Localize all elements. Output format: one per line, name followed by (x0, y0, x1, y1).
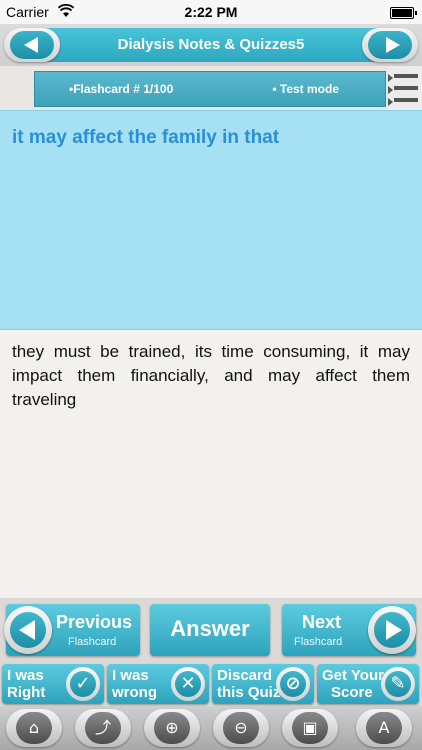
zoom-out-icon: ⊖ (223, 712, 259, 744)
zoom-in-button[interactable]: ⊕ (144, 709, 200, 747)
next-label: Next (302, 612, 342, 632)
share-icon: ⤴ (85, 712, 121, 744)
mode-label: • Test mode (272, 82, 339, 96)
home-button[interactable]: ⌂ (6, 709, 62, 747)
share-button[interactable]: ⤴ (75, 709, 131, 747)
discard-quiz-button[interactable]: Discard this Quiz ⊘ (212, 664, 314, 704)
navigation-row: Previous Flashcard Answer Next Flashcard (0, 598, 422, 662)
info-bar: •Flashcard # 1/100 • Test mode (34, 71, 386, 107)
i-was-wrong-button[interactable]: I was wrong ✕ (107, 664, 209, 704)
score-line1: Get Your (322, 667, 384, 684)
discard-icon: ⊘ (276, 667, 310, 701)
bottom-toolbar: ⌂ ⤴ ⊕ ⊖ ▣ A (0, 706, 422, 750)
flashcard-info-strip: •Flashcard # 1/100 • Test mode (0, 66, 422, 110)
font-button[interactable]: A (356, 709, 412, 747)
image-button[interactable]: ▣ (282, 709, 338, 747)
home-icon: ⌂ (16, 712, 52, 744)
next-arrow-icon (368, 606, 416, 654)
back-arrow-icon (10, 31, 54, 59)
image-icon: ▣ (292, 712, 328, 744)
forward-arrow-icon (368, 31, 412, 59)
score-sheet-icon: ✎ (381, 667, 415, 701)
previous-label: Previous (56, 612, 133, 632)
question-panel: it may affect the family in that (0, 110, 422, 330)
right-line2: Right (7, 684, 46, 701)
header: Dialysis Notes & Quizzes5 (0, 24, 422, 66)
action-row: I was Right ✓ I was wrong ✕ Discard this… (0, 662, 422, 706)
wrong-line2: wrong (112, 684, 157, 701)
flashcard-counter: •Flashcard # 1/100 (69, 82, 174, 96)
i-was-right-button[interactable]: I was Right ✓ (2, 664, 104, 704)
checkmark-icon: ✓ (66, 667, 100, 701)
discard-line2: this Quiz (217, 684, 281, 701)
answer-text: they must be trained, its time consuming… (12, 342, 410, 409)
back-button[interactable] (4, 28, 60, 62)
question-text: it may affect the family in that (12, 127, 280, 148)
previous-arrow-icon (4, 606, 52, 654)
forward-button[interactable] (362, 28, 418, 62)
discard-line1: Discard (217, 667, 273, 684)
get-score-button[interactable]: Get Your Score ✎ (317, 664, 419, 704)
list-menu-icon[interactable] (388, 66, 422, 110)
answer-label: Answer (170, 616, 250, 641)
status-time: 2:22 PM (184, 4, 238, 20)
next-sub-label: Flashcard (294, 636, 343, 648)
score-line2: Score (331, 684, 373, 701)
answer-button[interactable]: Answer (150, 604, 270, 656)
wrong-line1: I was (112, 667, 149, 684)
cross-icon: ✕ (171, 667, 205, 701)
zoom-out-button[interactable]: ⊖ (213, 709, 269, 747)
previous-sub-label: Flashcard (68, 636, 117, 648)
right-line1: I was (7, 667, 44, 684)
status-bar: Carrier 2:22 PM (0, 0, 422, 24)
battery-icon (390, 7, 417, 19)
zoom-in-icon: ⊕ (154, 712, 190, 744)
app-title: Dialysis Notes & Quizzes5 (117, 36, 305, 53)
font-icon: A (366, 712, 402, 744)
